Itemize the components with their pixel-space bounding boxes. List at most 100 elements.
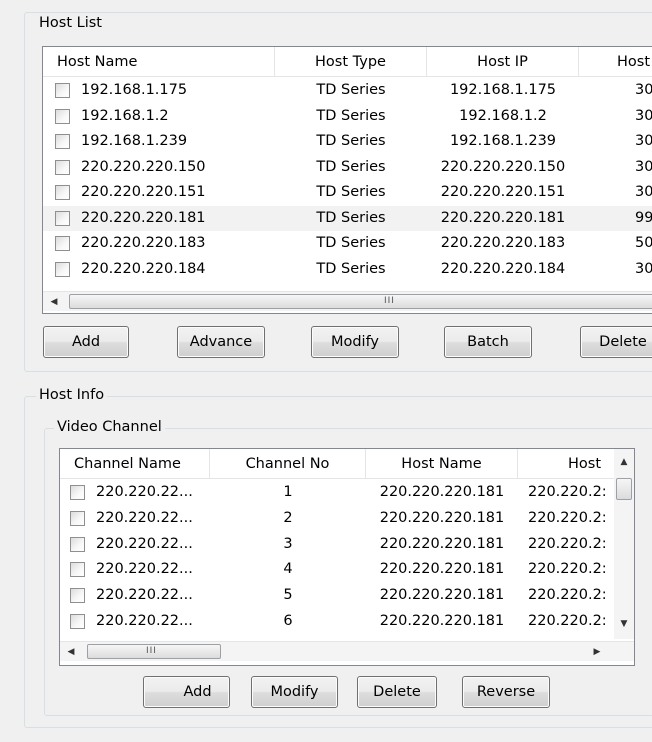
- column-header-channel-name[interactable]: Channel Name: [60, 449, 210, 479]
- row-checkbox[interactable]: [70, 485, 85, 500]
- row-checkbox[interactable]: [70, 510, 85, 526]
- host-name-cell: 192.168.1.175: [81, 82, 188, 98]
- scroll-up-icon[interactable]: ▲: [615, 453, 633, 471]
- column-header-host-type[interactable]: Host Type: [275, 47, 427, 77]
- host-advance-button[interactable]: Advance: [177, 326, 265, 358]
- host-extra-cell: 50: [635, 235, 652, 251]
- row-checkbox[interactable]: [55, 83, 70, 98]
- channel-name-cell: 220.220.22...: [96, 561, 193, 578]
- channel-row[interactable]: 220.220.22... 2 220.220.220.181 220.220.2:: [60, 506, 616, 532]
- column-header-channel-no[interactable]: Channel No: [210, 449, 366, 479]
- row-checkbox[interactable]: [55, 236, 70, 251]
- host-name-cell: 192.168.1.2: [81, 107, 169, 124]
- host-row[interactable]: 192.168.1.175 TD Series 192.168.1.175 30: [43, 78, 652, 104]
- channel-host-extra-cell: 220.220.2:: [528, 535, 607, 552]
- host-type-cell: TD Series: [316, 82, 386, 98]
- channel-name-cell: 220.220.22...: [96, 587, 193, 604]
- host-type-cell: TD Series: [316, 184, 386, 200]
- channel-name-cell: 220.220.22...: [96, 484, 193, 500]
- host-ip-cell: 220.220.220.151: [440, 184, 566, 200]
- host-extra-cell: 30: [635, 260, 652, 277]
- channel-row[interactable]: 220.220.22... 4 220.220.220.181 220.220.2:: [60, 557, 616, 583]
- host-batch-button[interactable]: Batch: [444, 326, 532, 358]
- channel-host-extra-cell: 220.220.2:: [528, 561, 607, 578]
- column-header-host-extra[interactable]: Host: [579, 47, 652, 77]
- host-list-hscrollbar[interactable]: ◀ III: [43, 291, 652, 311]
- row-checkbox[interactable]: [55, 108, 70, 124]
- channel-no-cell: 2: [283, 509, 293, 526]
- channel-delete-button[interactable]: Delete: [357, 676, 437, 708]
- video-channel-vscroll-thumb[interactable]: [616, 478, 632, 500]
- column-header-channel-host-extra[interactable]: Host: [518, 449, 616, 479]
- host-type-cell: TD Series: [316, 107, 386, 124]
- column-header-host-name[interactable]: Host Name: [43, 47, 275, 77]
- channel-row[interactable]: 220.220.22... 6 220.220.220.181 220.220.2:: [60, 609, 616, 635]
- host-extra-cell: 30: [635, 82, 652, 98]
- host-row[interactable]: 220.220.220.183 TD Series 220.220.220.183 5…: [43, 231, 652, 257]
- host-delete-button[interactable]: Delete: [580, 326, 652, 358]
- host-ip-cell: 192.168.1.2: [459, 107, 547, 124]
- row-checkbox[interactable]: [55, 185, 70, 200]
- channel-name-cell: 220.220.22...: [96, 509, 193, 526]
- host-extra-cell: 30: [635, 158, 652, 175]
- host-ip-cell: 220.220.220.184: [440, 260, 566, 277]
- host-modify-button[interactable]: Modify: [311, 326, 399, 358]
- row-checkbox[interactable]: [70, 562, 85, 578]
- channel-modify-button[interactable]: Modify: [251, 676, 338, 708]
- host-type-cell: TD Series: [316, 209, 386, 226]
- row-checkbox[interactable]: [70, 588, 85, 604]
- scroll-left-icon[interactable]: ◀: [45, 293, 63, 311]
- video-channel-hscroll-thumb[interactable]: III: [87, 644, 221, 659]
- host-list-table[interactable]: Host Name Host Type Host IP Host 192.168…: [42, 46, 652, 314]
- host-extra-cell: 30: [635, 107, 652, 124]
- host-name-cell: 220.220.220.150: [81, 158, 206, 175]
- channel-host-name-cell: 220.220.220.181: [379, 484, 505, 500]
- host-name-cell: 220.220.220.184: [81, 260, 206, 277]
- host-name-cell: 220.220.220.183: [81, 235, 206, 251]
- host-list-title: Host List: [36, 14, 105, 32]
- row-checkbox[interactable]: [55, 159, 70, 175]
- channel-host-name-cell: 220.220.220.181: [379, 509, 505, 526]
- host-row[interactable]: 220.220.220.184 TD Series 220.220.220.184 3…: [43, 257, 652, 283]
- row-checkbox[interactable]: [55, 261, 70, 277]
- channel-row[interactable]: 220.220.22... 1 220.220.220.181 220.220.2:: [60, 480, 616, 506]
- row-checkbox[interactable]: [70, 536, 85, 552]
- channel-host-extra-cell: 220.220.2:: [528, 509, 607, 526]
- channel-add-button[interactable]: Add: [143, 676, 230, 708]
- video-channel-table[interactable]: Channel Name Channel No Host Name Host 2…: [59, 448, 635, 666]
- channel-row[interactable]: 220.220.22... 5 220.220.220.181 220.220.2:: [60, 583, 616, 609]
- channel-no-cell: 6: [283, 613, 293, 629]
- row-checkbox[interactable]: [55, 134, 70, 149]
- host-info-title: Host Info: [36, 386, 108, 404]
- channel-no-cell: 4: [283, 561, 293, 578]
- host-add-button[interactable]: Add: [43, 326, 129, 358]
- host-row[interactable]: 220.220.220.181 TD Series 220.220.220.181 9…: [43, 205, 652, 231]
- host-list-hscroll-thumb[interactable]: III: [69, 294, 652, 309]
- channel-row[interactable]: 220.220.22... 3 220.220.220.181 220.220.2:: [60, 532, 616, 558]
- host-type-cell: TD Series: [316, 158, 386, 175]
- channel-host-extra-cell: 220.220.2:: [528, 587, 607, 604]
- video-channel-hscrollbar[interactable]: ◀ III ▶: [60, 641, 634, 661]
- scroll-left-icon[interactable]: ◀: [62, 643, 80, 661]
- grip-icon: III: [146, 646, 157, 656]
- row-checkbox[interactable]: [70, 614, 85, 629]
- host-row[interactable]: 220.220.220.150 TD Series 220.220.220.150 3…: [43, 155, 652, 181]
- host-type-cell: TD Series: [316, 133, 386, 149]
- channel-host-name-cell: 220.220.220.181: [379, 613, 505, 629]
- channel-host-extra-cell: 220.220.2:: [528, 484, 607, 500]
- video-channel-title: Video Channel: [54, 418, 165, 436]
- channel-no-cell: 5: [283, 587, 293, 604]
- host-row[interactable]: 192.168.1.239 TD Series 192.168.1.239 30: [43, 129, 652, 155]
- channel-reverse-button[interactable]: Reverse: [462, 676, 550, 708]
- host-name-cell: 192.168.1.239: [81, 133, 188, 149]
- video-channel-vscrollbar[interactable]: ▲ ▼: [614, 449, 634, 639]
- scroll-down-icon[interactable]: ▼: [615, 615, 633, 633]
- host-row[interactable]: 192.168.1.2 TD Series 192.168.1.2 30: [43, 104, 652, 130]
- host-name-cell: 220.220.220.181: [81, 209, 206, 226]
- channel-host-name-cell: 220.220.220.181: [379, 535, 505, 552]
- column-header-host-ip[interactable]: Host IP: [427, 47, 579, 77]
- row-checkbox[interactable]: [55, 210, 70, 226]
- host-row[interactable]: 220.220.220.151 TD Series 220.220.220.151 3…: [43, 180, 652, 206]
- scroll-right-icon[interactable]: ▶: [588, 643, 606, 661]
- column-header-channel-host-name[interactable]: Host Name: [366, 449, 518, 479]
